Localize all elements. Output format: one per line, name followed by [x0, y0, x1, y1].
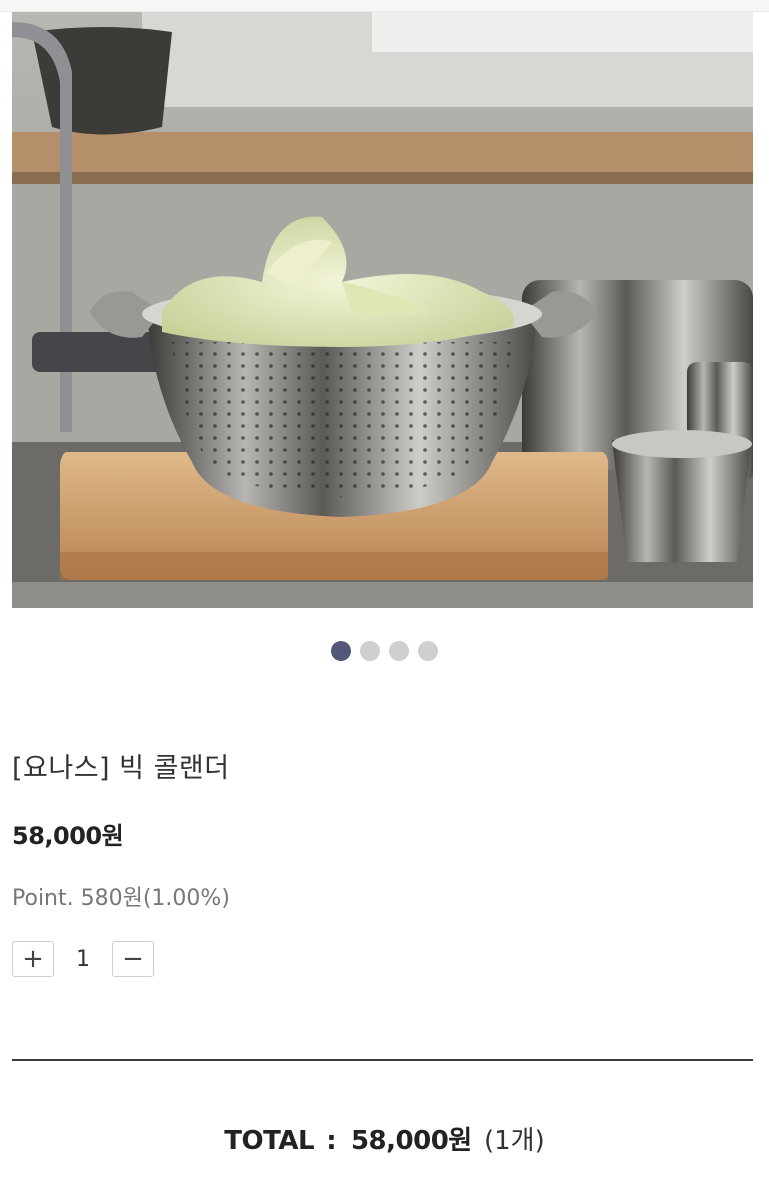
total-summary: TOTAL : 58,000원 (1개) — [0, 1120, 769, 1157]
quantity-plus-button[interactable]: + — [12, 941, 54, 977]
product-name: [요나스] 빅 콜랜더 — [12, 753, 230, 784]
total-label: TOTAL — [224, 1126, 315, 1156]
quantity-stepper: + 1 − — [12, 940, 154, 978]
product-detail-page: [요나스] 빅 콜랜더 58,000원 Point. 580원(1.00%) +… — [0, 0, 769, 1200]
total-count: (1개) — [483, 1126, 545, 1156]
carousel-dot-1[interactable] — [331, 641, 351, 661]
carousel-dot-3[interactable] — [389, 641, 409, 661]
colander-photo-icon — [12, 12, 753, 608]
product-image[interactable] — [12, 12, 753, 608]
top-border — [0, 0, 769, 12]
divider — [12, 1059, 753, 1061]
quantity-value[interactable]: 1 — [54, 947, 112, 972]
product-point: Point. 580원(1.00%) — [12, 886, 230, 911]
carousel-dot-2[interactable] — [360, 641, 380, 661]
total-separator: : — [326, 1126, 337, 1156]
quantity-minus-button[interactable]: − — [112, 941, 154, 977]
carousel-dots — [0, 641, 769, 661]
carousel-dot-4[interactable] — [418, 641, 438, 661]
total-amount: 58,000원 — [350, 1126, 472, 1156]
product-price: 58,000원 — [12, 822, 124, 850]
